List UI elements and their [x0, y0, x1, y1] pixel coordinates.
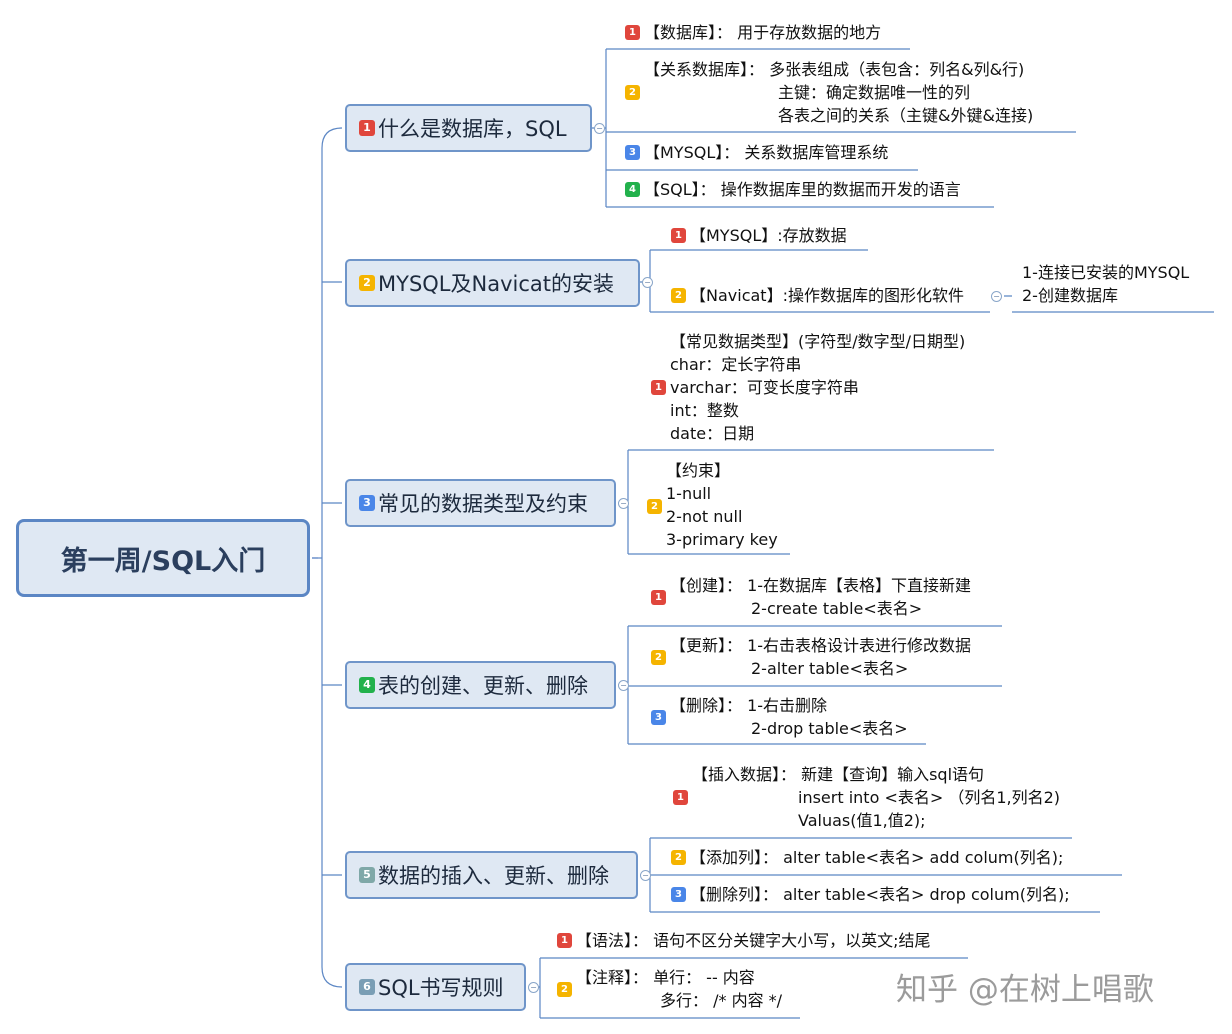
leaf-text: 2-create table<表名> — [751, 599, 923, 618]
leaf-text: 【约束】 — [666, 461, 731, 480]
priority-2-icon: 2 — [647, 499, 662, 514]
priority-1-icon: 1 — [651, 590, 666, 605]
leaf-text: 【常见数据类型】(字符型/数字型/日期型) — [670, 332, 966, 351]
priority-3-icon: 3 — [671, 887, 686, 902]
topic-mysql-navicat-install[interactable]: 2 MYSQL及Navicat的安装 — [345, 259, 640, 307]
leaf-text: varchar：可变长度字符串 — [670, 378, 859, 397]
leaf-drop-column[interactable]: 3 【删除列】： alter table<表名> drop colum(列名); — [671, 883, 1070, 906]
topic-label: 数据的插入、更新、删除 — [378, 864, 609, 888]
leaf-text: 【数据库】： 用于存放数据的地方 — [644, 23, 882, 42]
priority-1-icon: 1 — [359, 120, 375, 136]
priority-3-icon: 3 — [359, 495, 375, 511]
leaf-text: date：日期 — [670, 424, 755, 443]
collapse-icon[interactable]: − — [618, 680, 629, 691]
priority-2-icon: 2 — [671, 288, 686, 303]
leaf-text: 【创建】： 1-在数据库【表格】下直接新建 — [670, 576, 972, 595]
leaf-text: 【删除】： 1-右击删除 — [670, 696, 828, 715]
leaf-text: 【SQL】： 操作数据库里的数据而开发的语言 — [644, 180, 961, 199]
leaf-delete[interactable]: 3 【删除】： 1-右击删除 2-drop table<表名> — [651, 694, 908, 740]
leaf-text: 2-drop table<表名> — [751, 719, 908, 738]
priority-1-icon: 1 — [671, 228, 686, 243]
priority-4-icon: 4 — [625, 182, 640, 197]
leaf-syntax[interactable]: 1 【语法】： 语句不区分关键字大小写，以英文;结尾 — [557, 929, 931, 952]
priority-3-icon: 3 — [651, 710, 666, 725]
collapse-icon[interactable]: − — [618, 498, 629, 509]
collapse-icon[interactable]: − — [528, 982, 539, 993]
topic-label: MYSQL及Navicat的安装 — [378, 272, 614, 296]
leaf-text: 3-primary key — [666, 530, 778, 549]
leaf-create[interactable]: 1 【创建】： 1-在数据库【表格】下直接新建 2-create table<表… — [651, 574, 972, 620]
priority-1-icon: 1 — [625, 25, 640, 40]
leaf-text: char：定长字符串 — [670, 355, 802, 374]
topic-data-insert-update-delete[interactable]: 5 数据的插入、更新、删除 — [345, 851, 638, 899]
leaf-navicat-steps[interactable]: 1-连接已安装的MYSQL 2-创建数据库 — [1022, 261, 1189, 307]
priority-2-icon: 2 — [557, 982, 572, 997]
root-node[interactable]: 第一周/SQL入门 — [16, 519, 310, 597]
leaf-insert-data[interactable]: 1 【插入数据】： 新建【查询】输入sql语句 insert into <表名>… — [673, 763, 1061, 832]
topic-sql-writing-rules[interactable]: 6 SQL书写规则 — [345, 963, 526, 1011]
topic-data-types-constraints[interactable]: 3 常见的数据类型及约束 — [345, 479, 616, 527]
leaf-text: 2-创建数据库 — [1022, 286, 1118, 305]
leaf-relational-database[interactable]: 2 【关系数据库】： 多张表组成（表包含：列名&列&行) 主键：确定数据唯一性的… — [625, 58, 1034, 127]
leaf-text: 【更新】： 1-右击表格设计表进行修改数据 — [670, 636, 972, 655]
watermark: 知乎 @在树上唱歌 — [896, 972, 1154, 1008]
leaf-navicat[interactable]: 2 【Navicat】:操作数据库的图形化软件 — [671, 284, 964, 307]
leaf-text: 【注释】： 单行： -- 内容 — [576, 968, 755, 987]
leaf-text: 1-连接已安装的MYSQL — [1022, 263, 1190, 282]
leaf-text: Valuas(值1,值2); — [798, 811, 926, 830]
priority-1-icon: 1 — [673, 790, 688, 805]
leaf-text: insert into <表名> （列名1,列名2) — [798, 788, 1061, 807]
leaf-text: 【MYSQL】:存放数据 — [690, 226, 847, 245]
topic-what-is-database-sql[interactable]: 1 什么是数据库，SQL — [345, 104, 592, 152]
collapse-icon[interactable]: − — [991, 291, 1002, 302]
topic-table-create-update-delete[interactable]: 4 表的创建、更新、删除 — [345, 661, 616, 709]
leaf-text: 多行： /* 内容 */ — [660, 991, 783, 1010]
topic-label: 常见的数据类型及约束 — [378, 492, 588, 516]
collapse-icon[interactable]: − — [640, 870, 651, 881]
priority-2-icon: 2 — [651, 650, 666, 665]
leaf-text: 【关系数据库】： 多张表组成（表包含：列名&列&行) — [644, 60, 1025, 79]
leaf-comments[interactable]: 2 【注释】： 单行： -- 内容 多行： /* 内容 */ — [557, 966, 783, 1012]
leaf-mysql[interactable]: 3 【MYSQL】： 关系数据库管理系统 — [625, 141, 889, 164]
priority-5-icon: 5 — [359, 867, 375, 883]
priority-4-icon: 4 — [359, 677, 375, 693]
leaf-constraints[interactable]: 2 【约束】 1-null 2-not null 3-primary key — [647, 459, 778, 551]
priority-1-icon: 1 — [651, 380, 666, 395]
priority-2-icon: 2 — [359, 275, 375, 291]
topic-label: 表的创建、更新、删除 — [378, 674, 588, 698]
leaf-database[interactable]: 1 【数据库】： 用于存放数据的地方 — [625, 21, 882, 44]
collapse-icon[interactable]: − — [642, 277, 653, 288]
leaf-text: 【插入数据】： 新建【查询】输入sql语句 — [692, 765, 985, 784]
leaf-text: int：整数 — [670, 401, 739, 420]
topic-label: SQL书写规则 — [378, 976, 504, 1000]
leaf-text: 【Navicat】:操作数据库的图形化软件 — [690, 286, 964, 305]
priority-2-icon: 2 — [671, 850, 686, 865]
priority-2-icon: 2 — [625, 85, 640, 100]
leaf-add-column[interactable]: 2 【添加列】： alter table<表名> add colum(列名); — [671, 846, 1064, 869]
leaf-text: 1-null — [666, 484, 712, 503]
collapse-icon[interactable]: − — [594, 123, 605, 134]
priority-3-icon: 3 — [625, 145, 640, 160]
priority-1-icon: 1 — [557, 933, 572, 948]
leaf-text: 各表之间的关系（主键&外键&连接) — [778, 106, 1034, 125]
leaf-text: 【添加列】： alter table<表名> add colum(列名); — [690, 848, 1064, 867]
priority-6-icon: 6 — [359, 979, 375, 995]
leaf-text: 2-not null — [666, 507, 743, 526]
leaf-text: 【删除列】： alter table<表名> drop colum(列名); — [690, 885, 1070, 904]
leaf-data-types[interactable]: 1 【常见数据类型】(字符型/数字型/日期型) char：定长字符串 varch… — [651, 330, 966, 445]
leaf-text: 【语法】： 语句不区分关键字大小写，以英文;结尾 — [576, 931, 931, 950]
leaf-mysql-store[interactable]: 1 【MYSQL】:存放数据 — [671, 224, 847, 247]
topic-label: 什么是数据库，SQL — [378, 117, 567, 141]
leaf-text: 【MYSQL】： 关系数据库管理系统 — [644, 143, 889, 162]
leaf-sql[interactable]: 4 【SQL】： 操作数据库里的数据而开发的语言 — [625, 178, 961, 201]
leaf-text: 2-alter table<表名> — [751, 659, 909, 678]
leaf-text: 主键：确定数据唯一性的列 — [778, 83, 971, 102]
leaf-update[interactable]: 2 【更新】： 1-右击表格设计表进行修改数据 2-alter table<表名… — [651, 634, 972, 680]
